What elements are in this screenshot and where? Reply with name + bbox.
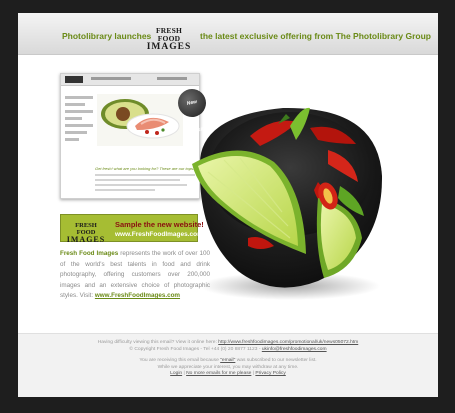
footer: Having difficulty viewing this email? Vi… xyxy=(18,333,438,397)
logo-line1: FRESH FOOD xyxy=(155,26,182,43)
footer-line-online: Having difficulty viewing this email? Vi… xyxy=(18,340,438,347)
thumbnail-bar-text xyxy=(91,77,131,80)
banner-logo: FRESH FOOD IMAGES xyxy=(65,222,107,244)
body-paragraph: Fresh Food Images represents the work of… xyxy=(60,249,210,302)
privacy-policy-link[interactable]: Privacy Policy xyxy=(255,371,285,376)
footer-subscribed-text-a: You are receiving this email because xyxy=(139,358,221,364)
fresh-food-images-logo: FRESH FOOD IMAGES xyxy=(145,26,193,52)
footer-subscribed-text-b: was subscribed to our newsletter list. xyxy=(235,358,317,364)
login-link[interactable]: Login xyxy=(170,371,182,376)
header-text-right: the latest exclusive offering from The P… xyxy=(200,31,431,41)
banner-url: www.FreshFoodImages.com xyxy=(115,231,203,238)
footer-links: Login | No more emails for me please | P… xyxy=(18,371,438,378)
thumbnail-bar-text xyxy=(157,77,187,80)
footer-online-text: Having difficulty viewing this email? Vi… xyxy=(97,340,219,345)
header-banner: Photolibrary launches FRESH FOOD IMAGES … xyxy=(18,13,438,55)
unsubscribe-link[interactable]: No more emails for me please xyxy=(186,371,251,376)
thumbnail-sidebar xyxy=(65,96,93,156)
sample-website-banner[interactable]: FRESH FOOD IMAGES Sample the new website… xyxy=(60,214,204,244)
thumbnail-topbar xyxy=(61,74,199,86)
thumbnail-logo xyxy=(65,76,83,83)
brand-name: Fresh Food Images xyxy=(60,250,119,257)
banner-logo-line2: IMAGES xyxy=(66,235,106,244)
thumbnail-food-photo xyxy=(97,94,183,146)
view-online-link[interactable]: http://www.freshfoodimages.com/promotion… xyxy=(218,340,358,345)
banner-title: Sample the new website! xyxy=(115,220,204,229)
email-contact-link[interactable]: ukinfo@freshfoodimages.com xyxy=(262,347,327,352)
logo-line2: IMAGES xyxy=(146,42,192,52)
email-body: Photolibrary launches FRESH FOOD IMAGES … xyxy=(18,13,438,397)
banner-logo-line1: FRESH FOOD xyxy=(75,222,97,236)
email-address-link[interactable]: "email" xyxy=(220,358,235,363)
footer-line-subscribed: You are receiving this email because "em… xyxy=(18,358,438,365)
header-text-left: Photolibrary launches xyxy=(62,31,152,41)
website-link[interactable]: www.FreshFoodImages.com xyxy=(95,292,180,299)
footer-copyright-text: © Copyright Fresh Food Images - Tel +44 … xyxy=(129,346,262,352)
footer-line-copyright: © Copyright Fresh Food Images - Tel +44 … xyxy=(18,347,438,354)
